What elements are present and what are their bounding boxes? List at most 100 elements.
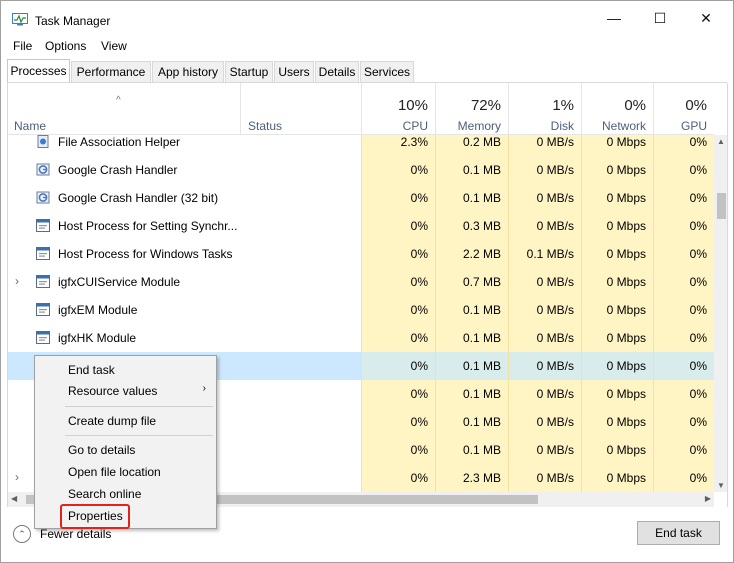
table-row[interactable]: 0% 0.7 MB 0 MB/s 0 Mbps 0% › igfxCUIService Mo… bbox=[8, 268, 714, 296]
table-row[interactable]: 0% 0.1 MB 0 MB/s 0 Mbps 0% Google Crash Handl… bbox=[8, 184, 714, 212]
task-manager-window: Task Manager — ☐ ✕ File Options View Pro… bbox=[0, 0, 734, 563]
cell-disk: 0 MB/s bbox=[536, 191, 574, 205]
cell-disk: 0 MB/s bbox=[536, 471, 574, 485]
cell-cpu: 0% bbox=[410, 331, 428, 345]
heat-cell-network: 0 Mbps bbox=[581, 324, 653, 352]
cell-memory: 0.1 MB bbox=[462, 331, 501, 345]
tab-strip: Processes Performance App history Startu… bbox=[7, 59, 733, 83]
heat-cell-gpu: 0% bbox=[653, 436, 714, 464]
process-icon bbox=[36, 275, 50, 288]
table-row[interactable]: 0% 0.3 MB 0 MB/s 0 Mbps 0% Host Process for S… bbox=[8, 212, 714, 240]
heat-cell-gpu: 0% bbox=[653, 324, 714, 352]
heat-cell-gpu: 0% bbox=[653, 268, 714, 296]
cell-cpu: 0% bbox=[410, 275, 428, 289]
cell-gpu: 0% bbox=[689, 471, 707, 485]
cell-cpu: 0% bbox=[410, 163, 428, 177]
scroll-left-icon[interactable]: ◀ bbox=[11, 494, 17, 503]
process-name: Google Crash Handler (32 bit) bbox=[58, 191, 219, 205]
expand-chevron-icon[interactable]: › bbox=[15, 470, 19, 484]
ctx-resource-values[interactable]: Resource values › bbox=[35, 378, 216, 400]
table-row[interactable]: 0% 0.1 MB 0 MB/s 0 Mbps 0% Google Crash Handl… bbox=[8, 156, 714, 184]
header-gpu[interactable]: 0% GPU bbox=[653, 83, 714, 135]
heat-cell-disk: 0 MB/s bbox=[508, 156, 581, 184]
header-memory-percent: 72% bbox=[470, 97, 501, 114]
minimize-button[interactable]: — bbox=[591, 1, 637, 35]
cell-gpu: 0% bbox=[689, 135, 707, 149]
ctx-create-dump-file[interactable]: Create dump file bbox=[68, 414, 156, 428]
context-menu: End task Resource values › Create dump f… bbox=[34, 355, 217, 529]
header-network-label: Network bbox=[601, 119, 646, 133]
ctx-separator bbox=[65, 435, 213, 436]
close-button[interactable]: ✕ bbox=[683, 1, 729, 35]
table-row[interactable]: 0% 0.1 MB 0 MB/s 0 Mbps 0% igfxEM Module bbox=[8, 296, 714, 324]
header-status[interactable]: Status bbox=[240, 83, 361, 135]
end-task-button[interactable]: End task bbox=[637, 521, 720, 545]
cell-cpu: 0% bbox=[410, 443, 428, 457]
expand-chevron-icon[interactable]: › bbox=[15, 274, 19, 288]
heat-cell-memory: 2.2 MB bbox=[435, 240, 508, 268]
maximize-button[interactable]: ☐ bbox=[637, 1, 683, 35]
cell-disk: 0 MB/s bbox=[536, 443, 574, 457]
cell-network: 0 Mbps bbox=[606, 303, 646, 317]
cell-memory: 0.1 MB bbox=[462, 163, 501, 177]
menu-file[interactable]: File bbox=[13, 39, 32, 53]
file-assoc-icon bbox=[37, 135, 49, 148]
process-name: Host Process for Setting Synchr... bbox=[58, 219, 238, 233]
heat-cell-memory: 0.1 MB bbox=[435, 408, 508, 436]
process-icon bbox=[36, 303, 50, 316]
properties-highlight-box bbox=[60, 504, 130, 529]
table-row[interactable]: 0% 0.1 MB 0 MB/s 0 Mbps 0% igfxHK Module bbox=[8, 324, 714, 352]
cell-network: 0 Mbps bbox=[606, 387, 646, 401]
cell-disk: 0 MB/s bbox=[536, 359, 574, 373]
column-header: ^ Name Status 10% CPU 72% Memory 1% Disk… bbox=[8, 83, 714, 135]
scroll-right-icon[interactable]: ▶ bbox=[705, 494, 711, 503]
menu-view[interactable]: View bbox=[101, 39, 127, 53]
cell-network: 0 Mbps bbox=[606, 275, 646, 289]
cell-memory: 2.3 MB bbox=[462, 471, 501, 485]
minimize-icon: — bbox=[607, 10, 621, 26]
google-icon bbox=[36, 163, 50, 176]
header-network[interactable]: 0% Network bbox=[581, 83, 653, 135]
header-disk[interactable]: 1% Disk bbox=[508, 83, 581, 135]
scroll-down-icon[interactable]: ▼ bbox=[717, 481, 725, 490]
heat-cell-cpu: 0% bbox=[361, 156, 435, 184]
heat-cell-cpu: 0% bbox=[361, 380, 435, 408]
cell-network: 0 Mbps bbox=[606, 443, 646, 457]
heat-cell-network: 0 Mbps bbox=[581, 268, 653, 296]
cell-disk: 0.1 MB/s bbox=[526, 247, 574, 261]
tab-performance[interactable]: Performance bbox=[71, 61, 151, 82]
heat-cell-disk: 0 MB/s bbox=[508, 212, 581, 240]
vertical-scrollbar[interactable]: ▲ ▼ bbox=[714, 135, 727, 492]
cell-gpu: 0% bbox=[689, 331, 707, 345]
tab-services[interactable]: Services bbox=[360, 61, 414, 82]
tab-details[interactable]: Details bbox=[315, 61, 359, 82]
ctx-go-to-details[interactable]: Go to details bbox=[68, 443, 135, 457]
header-cpu[interactable]: 10% CPU bbox=[361, 83, 435, 135]
table-row[interactable]: 0% 2.2 MB 0.1 MB/s 0 Mbps 0% Host Process for… bbox=[8, 240, 714, 268]
ctx-open-file-location[interactable]: Open file location bbox=[68, 465, 161, 479]
process-name: igfxCUIService Module bbox=[58, 275, 181, 289]
menu-options[interactable]: Options bbox=[45, 39, 86, 53]
cell-cpu: 0% bbox=[410, 387, 428, 401]
ctx-end-task[interactable]: End task bbox=[68, 363, 115, 377]
cell-gpu: 0% bbox=[689, 163, 707, 177]
window-title: Task Manager bbox=[35, 14, 111, 28]
cell-cpu: 0% bbox=[410, 303, 428, 317]
header-name[interactable]: Name bbox=[8, 83, 240, 135]
tab-app-history[interactable]: App history bbox=[152, 61, 224, 82]
title-bar[interactable]: Task Manager — ☐ ✕ bbox=[1, 1, 733, 35]
vertical-scroll-thumb[interactable] bbox=[717, 193, 726, 219]
cell-gpu: 0% bbox=[689, 275, 707, 289]
heat-cell-memory: 0.1 MB bbox=[435, 352, 508, 380]
ctx-resource-values-label: Resource values bbox=[68, 384, 158, 398]
heat-cell-disk: 0 MB/s bbox=[508, 408, 581, 436]
scroll-up-icon[interactable]: ▲ bbox=[717, 137, 725, 146]
header-memory[interactable]: 72% Memory bbox=[435, 83, 508, 135]
heat-cell-gpu: 0% bbox=[653, 408, 714, 436]
tab-startup[interactable]: Startup bbox=[225, 61, 273, 82]
ctx-search-online[interactable]: Search online bbox=[68, 487, 141, 501]
tab-processes[interactable]: Processes bbox=[7, 59, 70, 83]
cell-memory: 0.1 MB bbox=[462, 443, 501, 457]
tab-users[interactable]: Users bbox=[274, 61, 314, 82]
heat-cell-gpu: 0% bbox=[653, 184, 714, 212]
